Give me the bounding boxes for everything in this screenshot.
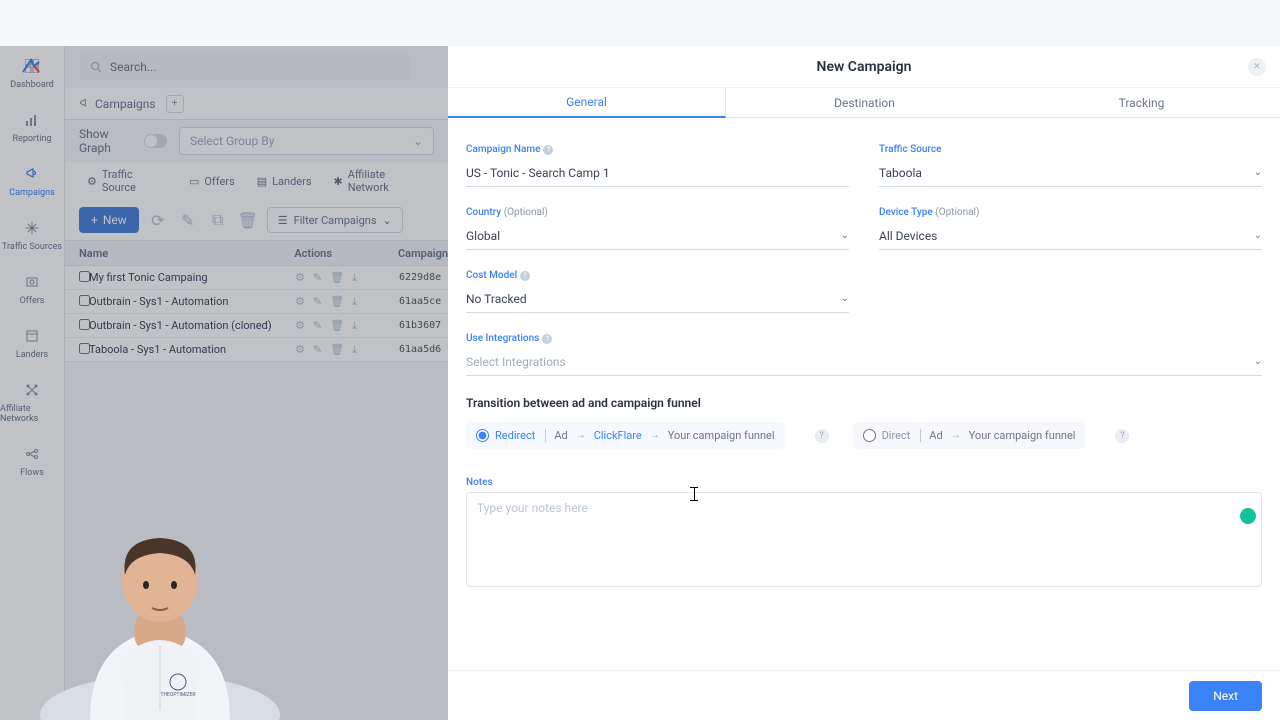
campaign-name-input[interactable] bbox=[466, 159, 849, 187]
webcam-overlay: THEOPTIMIZER bbox=[30, 510, 290, 720]
traffic-source-label: Traffic Source bbox=[879, 144, 1262, 155]
integrations-label: Use Integrations? bbox=[466, 333, 1262, 344]
cost-model-select[interactable]: No Tracked ⌄ bbox=[466, 285, 849, 313]
device-label: Device Type (Optional) bbox=[879, 207, 1262, 218]
country-label: Country (Optional) bbox=[466, 207, 849, 218]
arrow-icon: → bbox=[951, 430, 961, 441]
arrow-icon: → bbox=[576, 430, 586, 441]
notes-label: Notes bbox=[466, 477, 1262, 488]
form-body: Campaign Name? Traffic Source Taboola ⌄ … bbox=[448, 118, 1280, 670]
grammarly-icon[interactable] bbox=[1240, 508, 1256, 524]
traffic-source-select[interactable]: Taboola ⌄ bbox=[879, 159, 1262, 187]
help-icon[interactable]: ? bbox=[520, 271, 530, 281]
modal-title: New Campaign bbox=[817, 59, 912, 75]
modal-header: New Campaign ✕ bbox=[448, 46, 1280, 88]
help-icon[interactable]: ? bbox=[815, 429, 829, 443]
help-icon[interactable]: ? bbox=[1115, 429, 1129, 443]
arrow-icon: → bbox=[650, 430, 660, 441]
country-select[interactable]: Global ⌄ bbox=[466, 222, 849, 250]
tab-general[interactable]: General bbox=[448, 88, 726, 118]
integrations-select[interactable]: Select Integrations ⌄ bbox=[466, 348, 1262, 376]
help-icon[interactable]: ? bbox=[543, 145, 553, 155]
traffic-source-value: Taboola bbox=[879, 166, 922, 180]
svg-text:THEOPTIMIZER: THEOPTIMIZER bbox=[161, 692, 196, 698]
integrations-value: Select Integrations bbox=[466, 355, 566, 369]
campaign-name-label: Campaign Name? bbox=[466, 144, 849, 155]
redirect-radio[interactable] bbox=[476, 429, 489, 442]
chevron-down-icon: ⌄ bbox=[1254, 230, 1262, 241]
chevron-down-icon: ⌄ bbox=[841, 293, 849, 304]
close-icon[interactable]: ✕ bbox=[1248, 58, 1266, 76]
tab-tracking[interactable]: Tracking bbox=[1003, 88, 1280, 118]
country-value: Global bbox=[466, 229, 500, 243]
next-button[interactable]: Next bbox=[1189, 681, 1262, 711]
chevron-down-icon: ⌄ bbox=[1254, 167, 1262, 178]
transition-redirect[interactable]: Redirect Ad → ClickFlare → Your campaign… bbox=[466, 422, 785, 449]
modal-tabs: General Destination Tracking bbox=[448, 88, 1280, 118]
direct-radio[interactable] bbox=[863, 429, 876, 442]
help-icon[interactable]: ? bbox=[542, 334, 552, 344]
cost-model-value: No Tracked bbox=[466, 292, 527, 306]
cost-model-label: Cost Model? bbox=[466, 270, 849, 281]
chevron-down-icon: ⌄ bbox=[1254, 356, 1262, 367]
device-value: All Devices bbox=[879, 229, 937, 243]
modal-footer: Next bbox=[448, 670, 1280, 720]
notes-input[interactable] bbox=[466, 492, 1262, 587]
transition-direct[interactable]: Direct Ad → Your campaign funnel bbox=[853, 422, 1086, 449]
new-campaign-modal: New Campaign ✕ General Destination Track… bbox=[448, 46, 1280, 720]
chevron-down-icon: ⌄ bbox=[841, 230, 849, 241]
tab-destination[interactable]: Destination bbox=[726, 88, 1003, 118]
transition-title: Transition between ad and campaign funne… bbox=[466, 396, 1262, 410]
device-select[interactable]: All Devices ⌄ bbox=[879, 222, 1262, 250]
